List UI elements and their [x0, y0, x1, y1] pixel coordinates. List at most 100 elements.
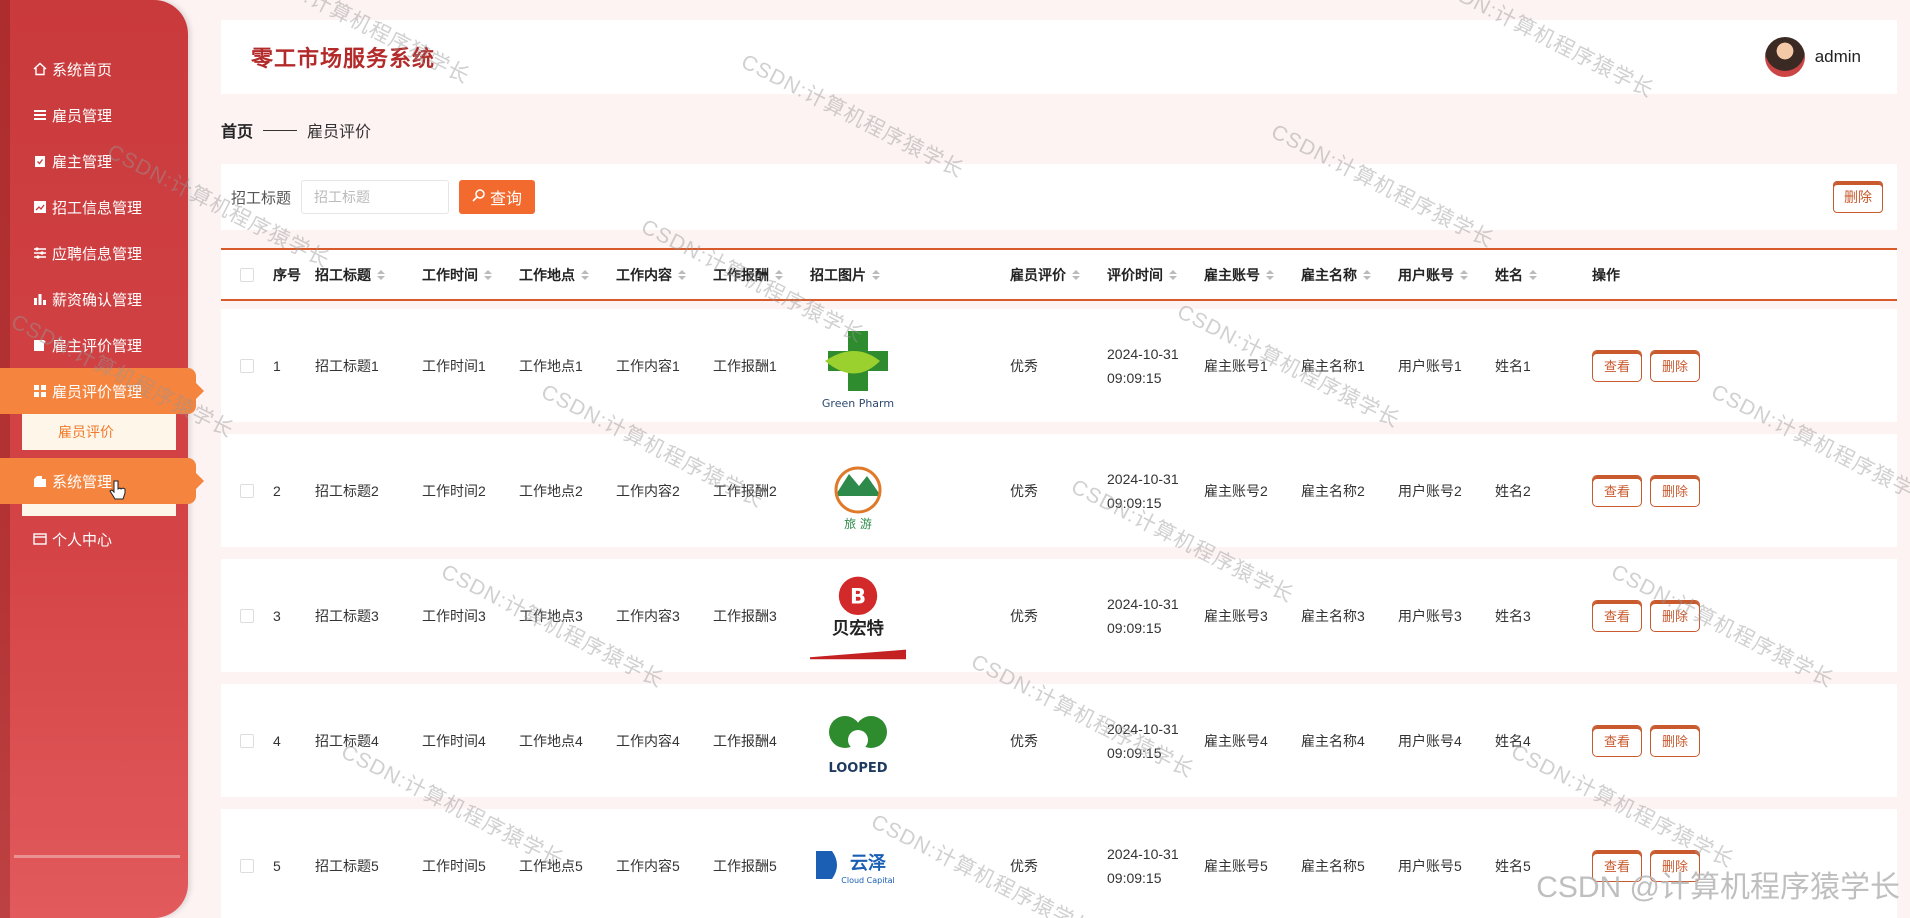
row-checkbox[interactable] — [240, 608, 254, 623]
cell-content: 工作内容5 — [616, 857, 680, 874]
header-time[interactable]: 工作时间 — [414, 265, 511, 285]
row-checkbox[interactable] — [240, 483, 254, 498]
sidebar-scrollbar[interactable] — [14, 855, 180, 858]
cell-index: 3 — [273, 607, 281, 624]
sort-icon — [1072, 269, 1080, 280]
search-button[interactable]: 查询 — [459, 180, 536, 214]
batch-delete-button[interactable]: 删除 — [1833, 181, 1883, 213]
home-icon — [32, 61, 48, 77]
table-row: 3 招工标题3 工作时间3 工作地点3 工作内容3 工作报酬3 B 贝宏特 优秀 … — [221, 559, 1897, 672]
search-label: 招工标题 — [231, 189, 292, 207]
table-header: 序号 招工标题 工作时间 工作地点 工作内容 工作报酬 招工图片 雇员评价 评价… — [221, 248, 1897, 301]
view-button[interactable]: 查看 — [1592, 349, 1642, 382]
cell-time: 工作时间3 — [422, 607, 486, 624]
sidebar-item-profile[interactable]: 个人中心 — [0, 516, 188, 562]
header-title[interactable]: 招工标题 — [307, 265, 414, 285]
cell-time: 工作时间4 — [422, 732, 486, 749]
submenu-item-employee-eval[interactable]: 雇员评价 — [22, 414, 176, 450]
sort-icon — [1529, 269, 1537, 280]
cell-name: 姓名1 — [1495, 357, 1531, 374]
row-checkbox[interactable] — [240, 358, 254, 373]
avatar[interactable] — [1764, 37, 1805, 77]
card-icon — [32, 531, 48, 547]
company-logo[interactable]: 旅 游 — [810, 443, 906, 539]
delete-button[interactable]: 删除 — [1650, 474, 1700, 507]
cell-index: 5 — [273, 857, 281, 874]
clipboard-icon — [32, 153, 48, 169]
sort-icon — [1460, 269, 1468, 280]
company-logo[interactable]: B 贝宏特 — [810, 568, 906, 664]
delete-button[interactable]: 删除 — [1650, 724, 1700, 757]
header-location[interactable]: 工作地点 — [511, 265, 608, 285]
cell-user-account: 用户账号2 — [1398, 482, 1462, 499]
row-checkbox[interactable] — [240, 858, 254, 873]
header-employer-account[interactable]: 雇主账号 — [1196, 265, 1293, 285]
sidebar-item-label: 系统首页 — [52, 61, 113, 79]
header-employer-name[interactable]: 雇主名称 — [1293, 265, 1390, 285]
cell-location: 工作地点4 — [519, 732, 583, 749]
svg-text:贝宏特: 贝宏特 — [832, 618, 884, 639]
view-button[interactable]: 查看 — [1592, 474, 1642, 507]
breadcrumb-home[interactable]: 首页 — [221, 118, 253, 142]
header-name[interactable]: 姓名 — [1487, 265, 1584, 285]
cell-content: 工作内容4 — [616, 732, 680, 749]
sort-icon — [678, 269, 686, 280]
svg-text:旅 游: 旅 游 — [844, 517, 872, 531]
view-button[interactable]: 查看 — [1592, 724, 1642, 757]
sidebar-item-label: 雇员评价管理 — [52, 383, 143, 401]
search-input[interactable] — [301, 180, 450, 214]
sidebar-item-label: 招工信息管理 — [52, 199, 143, 217]
company-logo[interactable]: 云泽 Cloud Capital — [810, 818, 906, 914]
header-content[interactable]: 工作内容 — [608, 265, 705, 285]
cell-employer-account: 雇主账号3 — [1204, 607, 1268, 624]
sidebar-item-salary[interactable]: 薪资确认管理 — [0, 276, 188, 322]
header-eval-time[interactable]: 评价时间 — [1099, 263, 1196, 287]
sidebar-item-label: 薪资确认管理 — [52, 291, 143, 309]
cell-location: 工作地点1 — [519, 357, 583, 374]
hand-cursor-icon — [108, 480, 126, 507]
sort-icon — [484, 269, 492, 280]
cell-location: 工作地点5 — [519, 857, 583, 874]
user-menu[interactable]: admin — [1764, 37, 1861, 77]
sidebar-item-employees[interactable]: 雇员管理 — [0, 92, 188, 138]
cell-name: 姓名2 — [1495, 482, 1531, 499]
sidebar-item-employers[interactable]: 雇主管理 — [0, 138, 188, 184]
view-button[interactable]: 查看 — [1592, 849, 1642, 882]
sidebar-item-label: 雇主评价管理 — [52, 337, 143, 355]
folder-icon — [32, 473, 48, 489]
delete-button[interactable]: 删除 — [1650, 349, 1700, 382]
delete-button[interactable]: 删除 — [1650, 849, 1700, 882]
sidebar-item-home[interactable]: 系统首页 — [0, 46, 188, 92]
header-eval[interactable]: 雇员评价 — [1002, 265, 1099, 285]
sidebar-item-employee-eval[interactable]: 雇员评价管理 — [0, 368, 204, 414]
select-all-checkbox[interactable] — [240, 267, 254, 282]
row-checkbox[interactable] — [240, 733, 254, 748]
cell-content: 工作内容2 — [616, 482, 680, 499]
delete-button[interactable]: 删除 — [1650, 599, 1700, 632]
sidebar-item-label: 个人中心 — [52, 531, 113, 549]
cell-employer-name: 雇主名称1 — [1301, 357, 1365, 374]
company-logo[interactable]: LOOPED — [810, 693, 906, 789]
sidebar-item-employer-eval[interactable]: 雇主评价管理 — [0, 322, 188, 368]
cell-eval-time: 2024-10-31 09:09:15 — [1107, 345, 1179, 386]
cell-title: 招工标题2 — [315, 482, 379, 499]
cell-title: 招工标题5 — [315, 857, 379, 874]
cell-employer-account: 雇主账号4 — [1204, 732, 1268, 749]
cell-eval: 优秀 — [1010, 857, 1038, 874]
breadcrumb: 首页 雇员评价 — [221, 118, 371, 142]
sidebar-item-system[interactable]: 系统管理 — [0, 458, 204, 504]
header-user-account[interactable]: 用户账号 — [1390, 265, 1487, 285]
view-button[interactable]: 查看 — [1592, 599, 1642, 632]
header-image[interactable]: 招工图片 — [802, 265, 1002, 285]
sidebar-item-recruit-info[interactable]: 招工信息管理 — [0, 184, 188, 230]
cell-time: 工作时间1 — [422, 357, 486, 374]
cell-eval: 优秀 — [1010, 357, 1038, 374]
svg-text:Cloud Capital: Cloud Capital — [841, 876, 894, 885]
header-pay[interactable]: 工作报酬 — [705, 265, 802, 285]
sidebar-item-applications[interactable]: 应聘信息管理 — [0, 230, 188, 276]
company-logo[interactable]: Green Pharm — [810, 318, 906, 414]
cell-user-account: 用户账号1 — [1398, 357, 1462, 374]
username: admin — [1814, 47, 1861, 66]
cell-user-account: 用户账号3 — [1398, 607, 1462, 624]
sort-icon — [377, 269, 385, 280]
